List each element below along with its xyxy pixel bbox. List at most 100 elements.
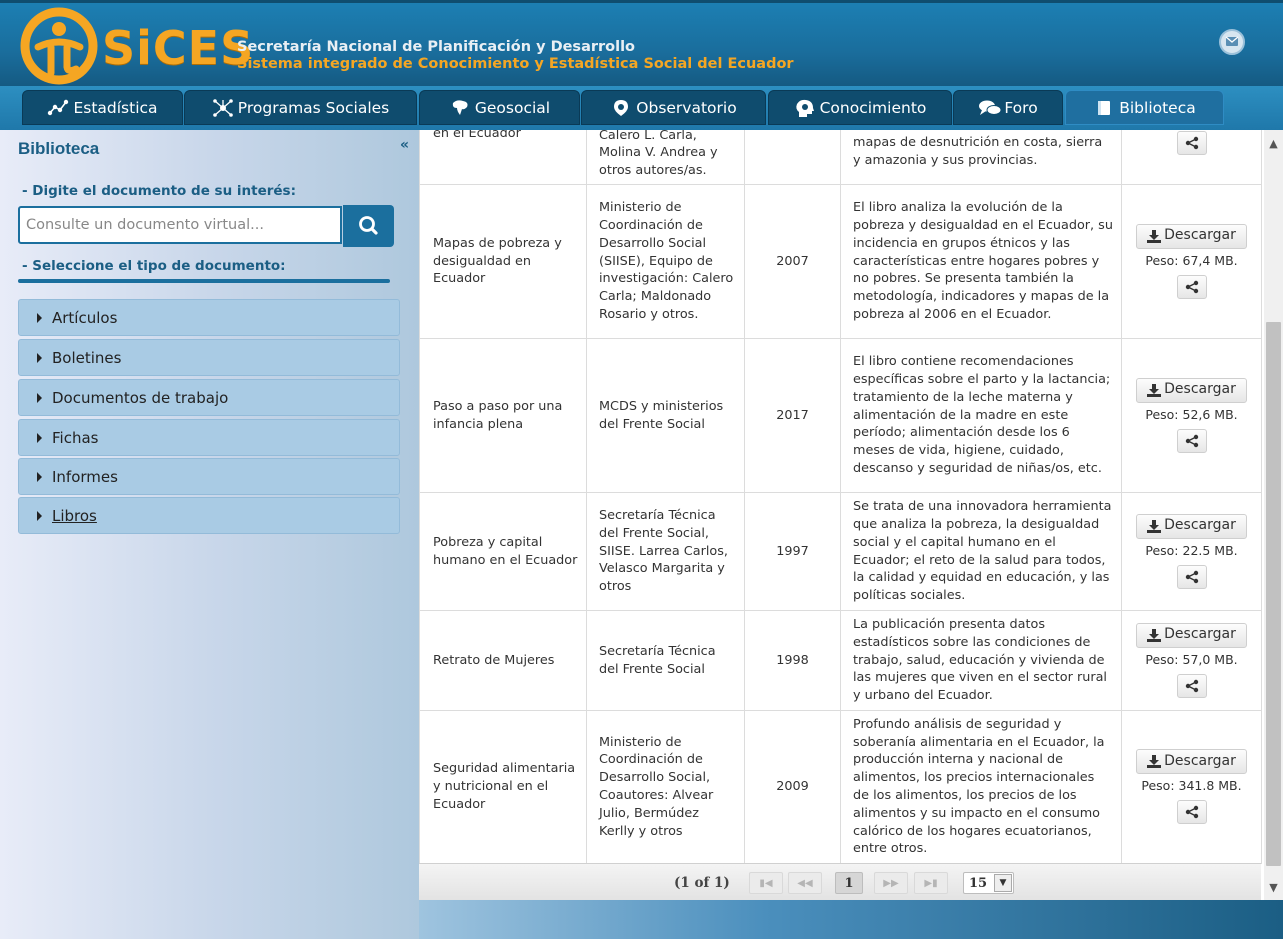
paginator: (1 of 1) ▮◀ ◀◀ 1 ▶▶ ▶▮ 15 ▼ [419,863,1261,900]
chat-bubbles-icon [978,99,1002,117]
category-boletines[interactable]: Boletines [18,339,400,376]
documents-table: en el Ecuador Calero L. Carla, Molina V.… [419,130,1262,864]
search-input[interactable] [18,206,342,244]
doc-author: Ministerio de Coordinación de Desarrollo… [586,710,745,864]
share-button[interactable] [1176,274,1207,299]
nav-label: Foro [1004,98,1038,117]
download-button[interactable]: Descargar [1136,513,1247,539]
download-button[interactable]: Descargar [1136,749,1247,775]
share-icon [1185,679,1198,692]
doc-description: El libro analiza la evolución de la pobr… [840,184,1122,339]
document-list: en el Ecuador Calero L. Carla, Molina V.… [419,130,1264,900]
download-label: Descargar [1164,517,1236,534]
search-button[interactable] [343,205,394,247]
collapse-icon[interactable]: « [400,137,409,153]
category-fichas[interactable]: Fichas [18,419,400,456]
doc-actions: Descargar Peso: 341.8 MB. [1121,710,1262,864]
doc-title: en el Ecuador [419,130,587,185]
doc-actions: Descargar Peso: 52,6 MB. [1121,338,1262,493]
download-icon [1147,628,1162,642]
last-page-icon: ▶▮ [924,877,938,889]
page-number-button[interactable]: 1 [835,872,863,894]
doc-title: Mapas de pobreza y desigualdad en Ecuado… [419,184,587,339]
mail-icon[interactable] [1219,29,1245,55]
share-button[interactable] [1176,428,1207,453]
prev-page-button[interactable]: ◀◀ [788,872,822,894]
doc-actions: Descargar Peso: 57,0 MB. [1121,610,1262,711]
nav-label: Observatorio [636,98,737,117]
last-page-button[interactable]: ▶▮ [914,872,948,894]
nav-programas-sociales[interactable]: Programas Sociales [184,90,417,125]
nav-label: Geosocial [474,98,551,117]
download-icon [1147,755,1162,769]
doc-author: Ministerio de Coordinación de Desarrollo… [586,184,745,339]
doc-author: Secretaría Técnica del Frente Social, SI… [586,492,745,611]
category-documentos-de-trabajo[interactable]: Documentos de trabajo [18,379,400,416]
next-page-button[interactable]: ▶▶ [874,872,908,894]
doc-description: Se trata de una innovadora herramienta q… [840,492,1122,611]
doc-title: Pobreza y capital humano en el Ecuador [419,492,587,611]
share-button[interactable] [1176,673,1207,698]
sices-logo-icon[interactable] [18,7,100,85]
caret-right-icon [37,352,42,363]
category-articulos[interactable]: Artículos [18,299,400,336]
brand-name: SiCES [102,21,255,75]
share-button[interactable] [1176,564,1207,589]
rows-per-page-select[interactable]: 15 ▼ [963,872,1014,894]
category-label: Informes [52,467,118,486]
file-weight: Peso: 22.5 MB. [1145,542,1238,558]
network-nodes-icon [47,99,69,117]
category-informes[interactable]: Informes [18,458,400,495]
download-button[interactable]: Descargar [1136,377,1247,403]
share-icon [1185,570,1198,583]
page-scrollbar[interactable]: ▲ ▼ [1264,130,1283,900]
nav-label: Estadística [73,98,158,117]
category-label: Fichas [52,428,99,447]
system-name: Sistema integrado de Conocimiento y Esta… [237,56,794,72]
scroll-thumb[interactable] [1266,322,1281,866]
category-libros[interactable]: Libros [18,497,400,534]
caret-right-icon [37,432,42,443]
site-header: SiCES Secretaría Nacional de Planificaci… [0,0,1283,86]
caret-right-icon [37,471,42,482]
first-page-button[interactable]: ▮◀ [749,872,783,894]
scroll-down-icon[interactable]: ▼ [1264,879,1283,896]
share-icon [1185,805,1198,819]
download-button[interactable]: Descargar [1136,223,1247,249]
doc-description: La publicación presenta datos estadístic… [840,610,1122,711]
sidebar-title: Biblioteca [18,139,100,158]
hub-icon [212,98,234,117]
caret-right-icon [37,312,42,323]
nav-foro[interactable]: Foro [953,90,1063,125]
table-row: Paso a paso por una infancia plena MCDS … [419,338,1262,493]
scroll-up-icon[interactable]: ▲ [1264,135,1283,152]
doc-author: Secretaría Técnica del Frente Social [586,610,745,711]
table-row: Pobreza y capital humano en el Ecuador S… [419,492,1262,611]
page-status: (1 of 1) [674,875,730,891]
download-label: Descargar [1164,626,1236,643]
doc-title: Retrato de Mujeres [419,610,587,711]
file-weight: Peso: 57,0 MB. [1145,651,1238,667]
doc-title: Seguridad alimentaria y nutricional en e… [419,710,587,864]
nav-observatorio[interactable]: Observatorio [581,90,766,125]
table-row: Seguridad alimentaria y nutricional en e… [419,710,1262,864]
share-button[interactable] [1176,800,1207,824]
nav-biblioteca[interactable]: Biblioteca [1065,90,1224,125]
download-button[interactable]: Descargar [1136,622,1247,648]
doc-author: MCDS y ministerios del Frente Social [586,338,745,493]
doc-year: 1998 [744,610,841,711]
table-row: Mapas de pobreza y desigualdad en Ecuado… [419,184,1262,339]
nav-label: Conocimiento [819,98,927,117]
doc-description: El libro contiene recomendaciones especí… [840,338,1122,493]
category-label: Libros [52,506,97,525]
share-button[interactable] [1176,131,1207,156]
doc-description: Profundo análisis de seguridad y soberan… [840,710,1122,864]
doc-year: 2007 [744,184,841,339]
table-row: Retrato de Mujeres Secretaría Técnica de… [419,610,1262,711]
category-label: Documentos de trabajo [52,388,229,407]
nav-geosocial[interactable]: Geosocial [419,90,580,125]
doc-author: Calero L. Carla, Molina V. Andrea y otro… [586,130,745,185]
nav-conocimiento[interactable]: Conocimiento [768,90,952,125]
caret-right-icon [37,510,42,521]
nav-estadistica[interactable]: Estadística [22,90,183,125]
